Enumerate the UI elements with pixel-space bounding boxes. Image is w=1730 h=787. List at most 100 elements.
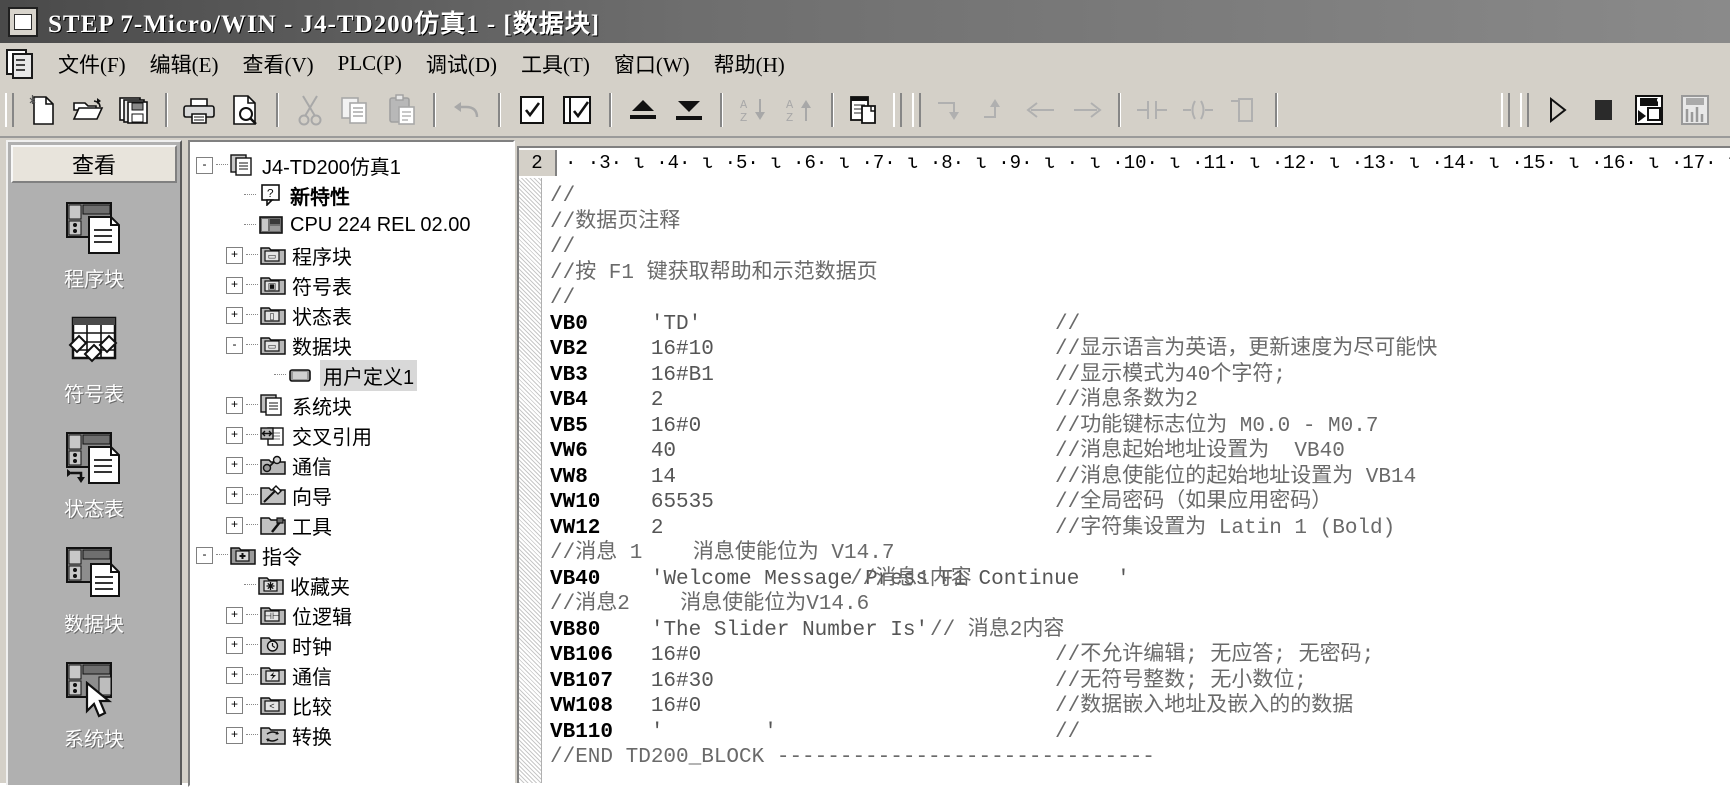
compile-all-icon[interactable] xyxy=(558,90,598,130)
expand-icon[interactable]: + xyxy=(226,486,243,504)
tree-node-label: 收藏夹 xyxy=(290,576,350,599)
viewbar-item-data-block[interactable]: 数据块 xyxy=(8,544,180,637)
tree-connector xyxy=(274,374,286,376)
expand-icon[interactable]: + xyxy=(226,306,243,324)
tree-node-label: 新特性 xyxy=(290,186,350,209)
folder-program-icon: ▭ xyxy=(260,244,286,266)
menu-view[interactable]: 查看(V) xyxy=(231,47,326,81)
tree-node[interactable]: ? 新特性 xyxy=(196,180,513,210)
options-icon[interactable] xyxy=(845,90,885,130)
tree-node[interactable]: + ▯ 状态表 xyxy=(196,300,513,330)
code-text[interactable]: ////数据页注释////按 F1 键获取帮助和示范数据页//VB0 'TD' /… xyxy=(542,178,1730,783)
code-area[interactable]: ////数据页注释////按 F1 键获取帮助和示范数据页//VB0 'TD' /… xyxy=(517,178,1730,783)
tree-node-label: 向导 xyxy=(292,486,332,509)
run-icon[interactable] xyxy=(1537,90,1577,130)
code-pad xyxy=(600,619,650,642)
toolbar-grip[interactable] xyxy=(893,93,902,127)
tree-node[interactable]: + 工具 xyxy=(196,510,513,540)
code-pad xyxy=(588,415,651,438)
viewbar-label: 状态表 xyxy=(64,499,124,521)
code-address: VW6 xyxy=(550,440,588,463)
code-line: //按 F1 键获取帮助和示范数据页 xyxy=(550,261,1730,287)
menu-tools[interactable]: 工具(T) xyxy=(509,47,602,81)
menu-debug[interactable]: 调试(D) xyxy=(414,47,509,81)
print-preview-icon[interactable] xyxy=(225,90,265,130)
code-value: 16#0 xyxy=(650,414,702,438)
new-file-icon[interactable] xyxy=(22,90,62,130)
viewbar-item-symbol-table[interactable]: 符号表 xyxy=(8,314,180,407)
download-icon[interactable] xyxy=(669,90,709,130)
tool-bar: AZ AZ xyxy=(0,84,1730,138)
menu-window[interactable]: 窗口(W) xyxy=(602,47,702,81)
menu-help[interactable]: 帮助(H) xyxy=(702,47,797,81)
cut-icon xyxy=(290,90,330,130)
tree-node-label: 工具 xyxy=(292,516,332,539)
tree-node[interactable]: + 向导 xyxy=(196,480,513,510)
code-line: // xyxy=(550,286,1730,312)
expand-icon[interactable]: + xyxy=(226,696,243,714)
tree-node[interactable]: + 通信 xyxy=(196,450,513,480)
toolbar-grip[interactable] xyxy=(1501,93,1510,127)
collapse-icon[interactable]: - xyxy=(196,546,213,564)
tree-node[interactable]: + 系统块 xyxy=(196,390,513,420)
tree-node[interactable]: + 时钟 xyxy=(196,630,513,660)
collapse-icon[interactable]: - xyxy=(196,156,213,174)
view-sidebar-items: 程序块 符号表 状态表 数据块 系统块 xyxy=(8,183,180,752)
open-folder-icon[interactable] xyxy=(68,90,108,130)
tree-node[interactable]: + ⊣⊢ 位逻辑 xyxy=(196,600,513,630)
tree-node[interactable]: + 通信 xyxy=(196,660,513,690)
expand-icon[interactable]: + xyxy=(226,606,243,624)
viewbar-item-status-chart[interactable]: 状态表 xyxy=(8,429,180,522)
svg-text:▣: ▣ xyxy=(268,282,277,292)
code-address: VB80 xyxy=(550,618,601,642)
viewbar-item-system-block[interactable]: 系统块 xyxy=(8,659,180,752)
print-icon[interactable] xyxy=(179,90,219,130)
expand-icon[interactable]: + xyxy=(226,516,243,534)
contact-no-icon xyxy=(1132,90,1172,130)
tree-node[interactable]: + < 比较 xyxy=(196,690,513,720)
tree-node[interactable]: + 转换 xyxy=(196,720,513,750)
expand-icon[interactable]: + xyxy=(226,456,243,474)
stop-icon[interactable] xyxy=(1583,90,1623,130)
expand-icon[interactable]: + xyxy=(226,636,243,654)
code-value: 14 xyxy=(650,465,677,489)
tree-node[interactable]: - 指令 xyxy=(196,540,513,570)
code-line: VB40 'Welcome Message Press F1 Continue … xyxy=(550,567,1730,593)
compile-icon[interactable] xyxy=(512,90,552,130)
paste-icon xyxy=(382,90,422,130)
expand-icon[interactable]: + xyxy=(226,726,243,744)
program-status-icon[interactable] xyxy=(1629,90,1669,130)
collapse-icon[interactable]: - xyxy=(226,336,243,354)
project-tree-panel[interactable]: - J4-TD200仿真1 ? 新特性 CPU 224 REL 02.00 + ▭ … xyxy=(188,140,515,787)
tree-node[interactable]: + 交叉引用 xyxy=(196,420,513,450)
expand-icon[interactable]: + xyxy=(226,666,243,684)
menu-edit[interactable]: 编辑(E) xyxy=(138,47,231,81)
tree-node[interactable]: - ▭ 数据块 xyxy=(196,330,513,360)
toolbar-grip[interactable] xyxy=(1520,93,1529,127)
expand-icon[interactable]: + xyxy=(226,276,243,294)
code-address: VB3 xyxy=(550,363,588,387)
menu-file[interactable]: 文件(F) xyxy=(46,47,138,81)
tree-connector xyxy=(246,614,258,616)
page-data-icon xyxy=(288,364,314,386)
tree-node-label: 通信 xyxy=(292,666,332,689)
tree-node[interactable]: CPU 224 REL 02.00 xyxy=(196,210,513,240)
expand-icon[interactable]: + xyxy=(226,246,243,264)
tree-node[interactable]: 用户定义1 xyxy=(196,359,513,391)
upload-icon[interactable] xyxy=(623,90,663,130)
insert-down-icon xyxy=(929,90,969,130)
expand-icon[interactable]: + xyxy=(226,396,243,414)
tree-node[interactable]: - J4-TD200仿真1 xyxy=(196,150,513,180)
code-comment: //按 F1 键获取帮助和示范数据页 xyxy=(550,261,878,285)
toolbar-grip[interactable] xyxy=(5,93,14,127)
tree-node[interactable]: + ▣ 符号表 xyxy=(196,270,513,300)
toolbar-grip[interactable] xyxy=(912,93,921,127)
code-value: 16#0 xyxy=(650,695,702,718)
viewbar-item-program-block[interactable]: 程序块 xyxy=(8,199,180,292)
expand-icon[interactable]: + xyxy=(226,426,243,444)
menu-plc[interactable]: PLC(P) xyxy=(326,49,414,78)
save-icon[interactable] xyxy=(114,90,154,130)
tree-node[interactable]: + ▭ 程序块 xyxy=(196,240,513,270)
chart-status-icon[interactable] xyxy=(1675,90,1715,130)
tree-node[interactable]: 收藏夹 xyxy=(196,570,513,600)
